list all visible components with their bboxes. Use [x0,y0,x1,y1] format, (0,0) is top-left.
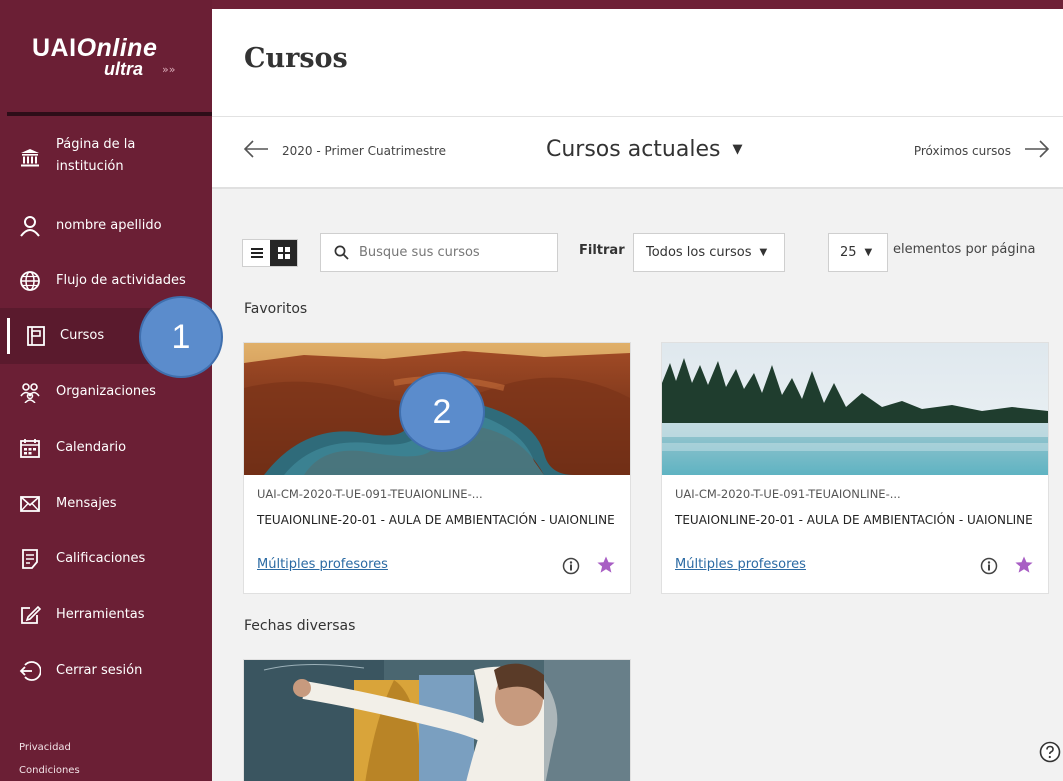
per-page-select[interactable]: 25 ▼ [828,233,888,272]
logo-subtext: ultra [104,59,144,79]
sidebar-item-label: Calendario [56,440,127,455]
logo-divider [7,112,212,116]
sidebar-item-label: Mensajes [56,496,117,511]
page-header: Cursos [212,9,1063,117]
courses-icon [24,324,48,348]
sidebar-item-messages[interactable]: Mensajes [0,476,212,532]
favorite-star-icon[interactable] [596,555,616,575]
course-cover-image[interactable] [244,660,630,781]
course-card[interactable]: UAI-CM-2020-T-UE-091-TEUAIONLINE-... TEU… [661,342,1049,594]
caret-down-icon: ▼ [732,142,743,157]
instructors-link[interactable]: Múltiples profesores [257,557,388,572]
calendar-icon [18,436,42,460]
mail-icon [18,492,42,516]
info-icon[interactable] [562,557,580,575]
filter-select[interactable]: Todos los cursos ▼ [633,233,785,272]
sidebar-item-grades[interactable]: Calificaciones [0,531,212,587]
next-term-link[interactable]: Próximos cursos [914,139,1051,162]
sidebar-item-label: Flujo de actividades [56,273,186,288]
grid-icon [277,247,290,259]
course-card[interactable] [243,659,631,781]
per-page-label: elementos por página [893,242,1036,257]
favorites-heading: Favoritos [244,301,308,317]
course-name[interactable]: TEUAIONLINE-20-01 - AULA DE AMBIENTACIÓN… [675,510,1035,531]
previous-term-link[interactable]: 2020 - Primer Cuatrimestre [242,139,446,162]
callout-marker-1: 1 [139,296,223,378]
info-icon[interactable] [980,557,998,575]
caret-down-icon: ▼ [759,247,768,258]
term-navigation: 2020 - Primer Cuatrimestre Cursos actual… [212,117,1063,189]
arrow-left-icon [242,139,270,162]
next-term-label: Próximos cursos [913,143,1011,158]
search-icon [333,245,349,261]
per-page-value: 25 [840,245,857,260]
list-view-button[interactable] [243,240,270,266]
arrow-right-icon [1023,139,1051,162]
sidebar-item-logout[interactable]: Cerrar sesión [0,643,212,699]
list-icon [250,248,263,258]
page-title: Cursos [244,43,348,74]
previous-term-label: 2020 - Primer Cuatrimestre [282,143,447,158]
active-indicator [7,318,10,354]
privacy-link[interactable]: Privacidad [19,736,80,759]
sidebar-item-label: nombre apellido [56,218,162,233]
current-term-label: Cursos actuales [546,137,721,162]
sidebar-item-label: Cerrar sesión [56,663,143,678]
current-term-dropdown[interactable]: Cursos actuales ▼ [546,137,742,162]
course-name[interactable]: TEUAIONLINE-20-01 - AULA DE AMBIENTACIÓN… [257,510,617,531]
course-code: UAI-CM-2020-T-UE-091-TEUAIONLINE-... [675,487,901,501]
sidebar-item-label: Página de la institución [56,137,136,174]
sidebar-item-label: Calificaciones [56,551,146,566]
help-icon[interactable] [1039,741,1061,763]
globe-icon [18,269,42,293]
sidebar-item-label: Organizaciones [56,384,156,399]
sidebar-item-calendar[interactable]: Calendario [0,420,212,476]
search-input[interactable] [359,245,549,260]
terms-link[interactable]: Condiciones [19,759,80,781]
favorite-star-icon[interactable] [1014,555,1034,575]
callout-marker-2: 2 [399,372,485,452]
course-cover-image[interactable] [662,343,1048,475]
organizations-icon [18,380,42,404]
logo[interactable]: UAIOnline ultra »» [0,0,212,112]
sidebar-item-tools[interactable]: Herramientas [0,587,212,643]
view-toggle [242,239,298,267]
main-content: Cursos 2020 - Primer Cuatrimestre Cursos… [212,9,1063,781]
logout-icon [18,659,42,683]
caret-down-icon: ▼ [864,247,873,258]
filter-label: Filtrar [579,243,625,258]
sidebar-item-institution[interactable]: Página de la institución [0,130,212,186]
course-search [320,233,558,272]
logo-chevrons-icon: »» [162,63,176,76]
grid-view-button[interactable] [270,240,297,266]
course-code: UAI-CM-2020-T-UE-091-TEUAIONLINE-... [257,487,483,501]
sidebar: UAIOnline ultra »» Página de la instituc… [0,0,212,781]
sidebar-item-label: Herramientas [56,607,145,622]
instructors-link[interactable]: Múltiples profesores [675,557,806,572]
sidebar-item-user[interactable]: nombre apellido [0,198,212,254]
various-dates-heading: Fechas diversas [244,618,356,634]
tools-icon [18,603,42,627]
institution-icon [18,146,42,170]
filter-value: Todos los cursos [646,245,752,260]
sidebar-footer: Privacidad Condiciones [19,736,80,781]
course-toolbar: Filtrar Todos los cursos ▼ 25 ▼ elemento… [212,231,1063,272]
user-icon [18,214,42,238]
sidebar-item-label: Cursos [60,328,105,343]
grades-icon [18,547,42,571]
